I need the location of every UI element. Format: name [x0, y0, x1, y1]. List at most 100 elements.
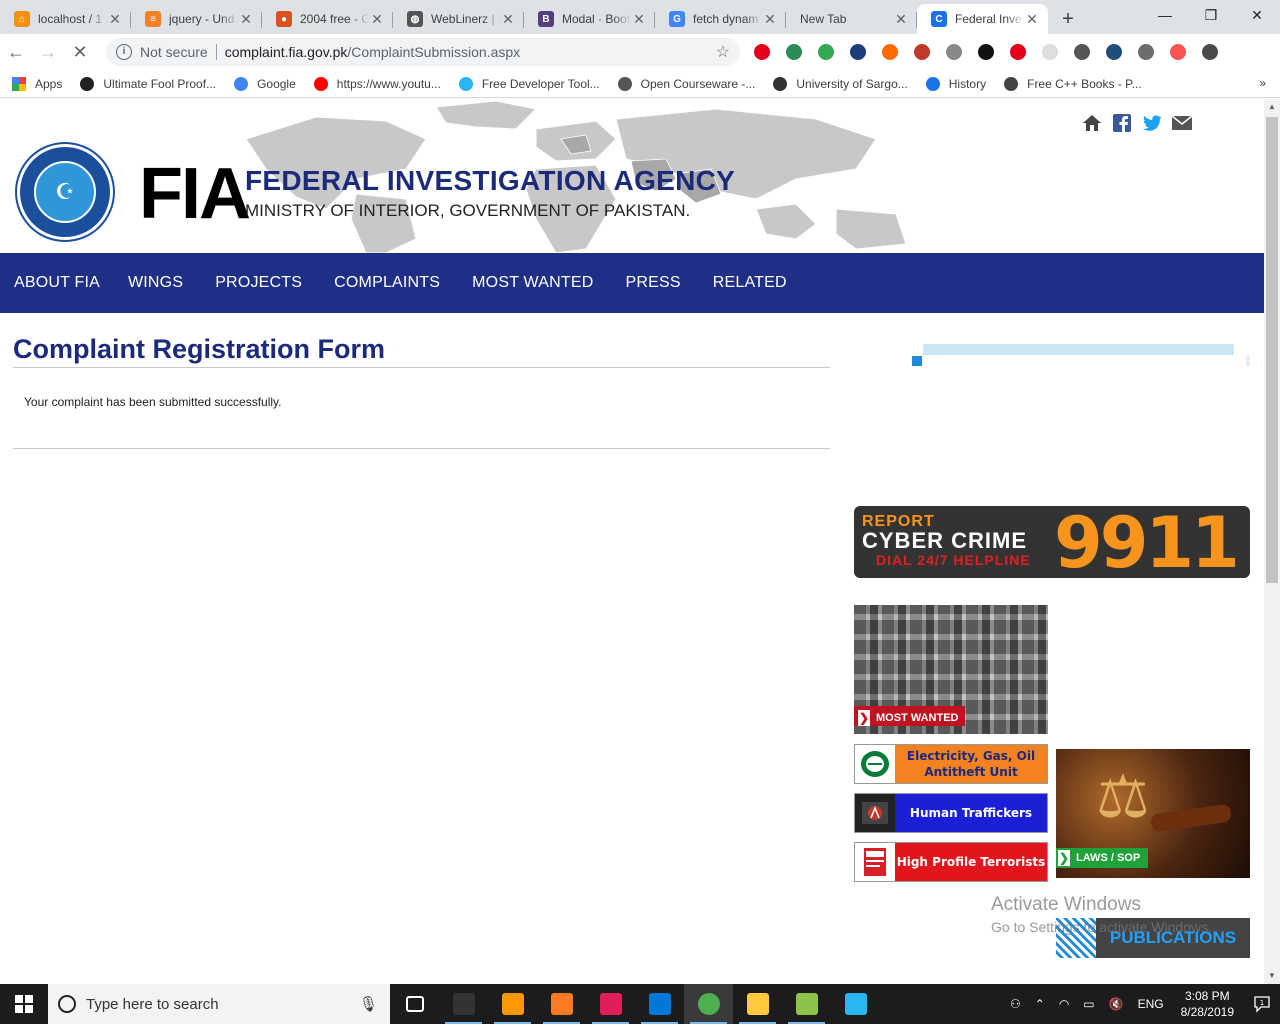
extension-icon[interactable]: [1162, 37, 1194, 67]
slider-indicator[interactable]: [912, 356, 922, 366]
scrollbar-thumb[interactable]: [1266, 117, 1278, 583]
microphone-icon[interactable]: 🎙: [359, 995, 378, 1013]
nav-item-complaints[interactable]: COMPLAINTS: [334, 274, 440, 292]
tab-close-icon[interactable]: ✕: [369, 11, 385, 28]
bookmark-item[interactable]: Free C++ Books - P...: [1004, 76, 1142, 91]
paint-icon[interactable]: [831, 984, 880, 1024]
browser-tab[interactable]: Gfetch dynam ✕: [655, 4, 786, 34]
bookmark-item[interactable]: Ultimate Fool Proof...: [80, 76, 216, 91]
browser-tab[interactable]: New Tab ✕: [786, 4, 917, 34]
extension-icon[interactable]: [746, 37, 778, 67]
task-view-icon[interactable]: [390, 984, 439, 1024]
extension-icon[interactable]: [938, 37, 970, 67]
extension-icon[interactable]: [1194, 37, 1226, 67]
volume-muted-icon[interactable]: 🔇: [1102, 997, 1131, 1011]
human-traffickers-banner[interactable]: Human Traffickers: [854, 793, 1048, 833]
stop-loading-icon[interactable]: ✕: [64, 36, 96, 68]
bookmark-item[interactable]: Google: [234, 76, 296, 91]
tab-close-icon[interactable]: ✕: [500, 11, 516, 28]
extension-icon[interactable]: [970, 37, 1002, 67]
tab-close-icon[interactable]: ✕: [107, 11, 123, 28]
nav-item-projects[interactable]: PROJECTS: [215, 274, 302, 292]
high-profile-terrorists-banner[interactable]: High Profile Terrorists: [854, 842, 1048, 882]
slack-icon[interactable]: [586, 984, 635, 1024]
sublime-icon[interactable]: [488, 984, 537, 1024]
xampp-icon[interactable]: [537, 984, 586, 1024]
tab-close-icon[interactable]: ✕: [238, 11, 254, 28]
nav-item-most-wanted[interactable]: MOST WANTED: [472, 274, 593, 292]
language-indicator[interactable]: ENG: [1131, 997, 1171, 1011]
bookmark-item[interactable]: History: [925, 76, 987, 91]
extension-icon[interactable]: [1034, 37, 1066, 67]
tab-close-icon[interactable]: ✕: [631, 11, 647, 28]
extension-icon[interactable]: [906, 37, 938, 67]
extension-icon[interactable]: [1002, 37, 1034, 67]
browser-tab[interactable]: ◍ WebLinerz | I ✕: [393, 4, 524, 34]
fia-logo-text[interactable]: FIA: [139, 154, 251, 234]
bookmark-item[interactable]: University of Sargo...: [773, 76, 908, 91]
chrome-icon[interactable]: [684, 984, 733, 1024]
cyber-crime-banner[interactable]: REPORT CYBER CRIME DIAL 24/7 HELPLINE 99…: [854, 506, 1250, 578]
browser-tab[interactable]: ⌂ localhost / 1 ✕: [0, 4, 131, 34]
bookmark-label: History: [948, 76, 987, 91]
back-icon[interactable]: ←: [0, 36, 32, 68]
address-bar[interactable]: i Not secure complaint.fia.gov.pk/Compla…: [106, 38, 740, 66]
fia-seal-logo[interactable]: ☪: [17, 144, 113, 240]
extension-icon[interactable]: [778, 37, 810, 67]
cmd-icon[interactable]: [439, 984, 488, 1024]
new-tab-button[interactable]: +: [1054, 4, 1082, 34]
extension-icon[interactable]: [1130, 37, 1162, 67]
nav-item-about-fia[interactable]: ABOUT FIA: [14, 274, 100, 292]
battery-icon[interactable]: ▭: [1076, 997, 1101, 1011]
maximize-icon[interactable]: ❐: [1188, 0, 1234, 30]
electricity-antitheft-banner[interactable]: Electricity, Gas, Oil Antitheft Unit: [854, 744, 1048, 784]
bookmark-item[interactable]: Apps: [12, 76, 62, 91]
minimize-icon[interactable]: —: [1142, 0, 1188, 30]
facebook-icon[interactable]: [1112, 113, 1132, 133]
browser-tab[interactable]: ≡ jquery - Und ✕: [131, 4, 262, 34]
wifi-icon[interactable]: ◠: [1052, 997, 1076, 1011]
extension-icon[interactable]: [1098, 37, 1130, 67]
action-center-icon[interactable]: 1: [1244, 984, 1280, 1024]
browser-tab[interactable]: B Modal · Boot ✕: [524, 4, 655, 34]
taskbar-clock[interactable]: 3:08 PM 8/28/2019: [1171, 988, 1244, 1020]
nav-item-press[interactable]: PRESS: [625, 274, 680, 292]
email-icon[interactable]: [1172, 113, 1192, 133]
app-blue-icon[interactable]: [635, 984, 684, 1024]
extension-icon[interactable]: [874, 37, 906, 67]
scroll-up-icon[interactable]: ▲: [1264, 99, 1280, 115]
bookmark-item[interactable]: https://www.youtu...: [313, 76, 441, 91]
home-icon[interactable]: [1082, 113, 1102, 133]
nav-item-related[interactable]: RELATED: [713, 274, 787, 292]
notepad-plus-icon[interactable]: [782, 984, 831, 1024]
close-window-icon[interactable]: ✕: [1234, 0, 1280, 30]
extension-icon[interactable]: [810, 37, 842, 67]
bookmark-item[interactable]: Open Courseware -...: [617, 76, 755, 91]
tab-close-icon[interactable]: ✕: [893, 11, 909, 28]
extension-icon[interactable]: [1066, 37, 1098, 67]
tab-close-icon[interactable]: ✕: [1024, 11, 1040, 28]
twitter-icon[interactable]: [1142, 113, 1162, 133]
system-tray: ⚇ ⌃ ◠ ▭ 🔇 ENG 3:08 PM 8/28/2019 1: [1003, 984, 1280, 1024]
laws-sop-banner[interactable]: ⚖ ❯ LAWS / SOP: [1056, 749, 1250, 878]
most-wanted-banner[interactable]: ❯ MOST WANTED: [854, 605, 1048, 734]
taskbar-search-input[interactable]: Type here to search 🎙: [48, 984, 390, 1024]
page-scrollbar[interactable]: ▲ ▼: [1264, 99, 1280, 984]
url-text[interactable]: complaint.fia.gov.pk/ComplaintSubmission…: [225, 44, 716, 60]
security-label[interactable]: Not secure: [140, 44, 208, 60]
forward-icon[interactable]: →: [32, 36, 64, 68]
tray-chevron-up-icon[interactable]: ⌃: [1028, 997, 1052, 1011]
info-icon[interactable]: i: [116, 44, 132, 60]
bookmarks-overflow-icon[interactable]: »: [1259, 76, 1266, 90]
windows-start-icon[interactable]: [0, 984, 48, 1024]
scroll-down-icon[interactable]: ▼: [1264, 968, 1280, 984]
extension-icon[interactable]: [842, 37, 874, 67]
browser-tab[interactable]: C Federal Inves ✕: [917, 4, 1048, 34]
bookmark-item[interactable]: Free Developer Tool...: [458, 76, 600, 91]
people-icon[interactable]: ⚇: [1003, 997, 1028, 1011]
tab-close-icon[interactable]: ✕: [762, 11, 778, 28]
browser-tab[interactable]: ● 2004 free - O ✕: [262, 4, 393, 34]
file-explorer-icon[interactable]: [733, 984, 782, 1024]
bookmark-star-icon[interactable]: ☆: [716, 42, 730, 62]
nav-item-wings[interactable]: WINGS: [128, 274, 183, 292]
